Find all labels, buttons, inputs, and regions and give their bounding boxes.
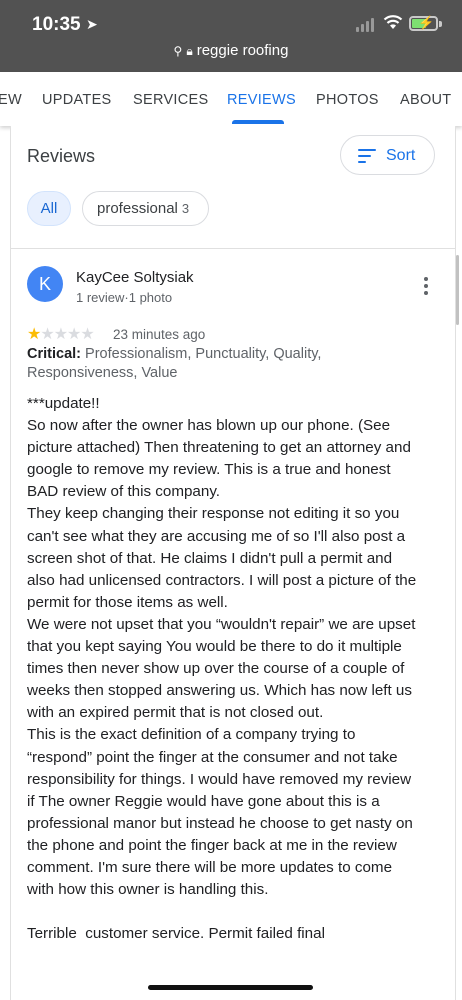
scrollbar[interactable]	[456, 255, 459, 325]
star-icon: ★	[40, 326, 54, 343]
sort-label: Sort	[386, 147, 416, 164]
charging-icon: ⚡	[418, 15, 435, 30]
lock-icon: 🔒︎	[186, 44, 193, 58]
home-indicator	[148, 985, 313, 990]
star-icon: ★	[53, 326, 68, 343]
wifi-icon	[383, 15, 403, 29]
critical-tags: Critical: Professionalism, Punctuality, …	[27, 345, 427, 383]
sort-icon	[358, 149, 376, 163]
tab-photos[interactable]: PHOTOS	[316, 92, 379, 108]
cellular-signal-icon	[356, 18, 374, 32]
status-bar: 10:35 ➤ ⚡ ⚲ 🔒︎ reggie roofing	[0, 0, 462, 72]
review-time: 23 minutes ago	[113, 327, 206, 342]
review-author[interactable]: KayCee Soltysiak	[76, 269, 194, 286]
more-options-icon[interactable]	[421, 277, 431, 295]
tab-about[interactable]: ABOUT	[400, 92, 451, 108]
search-icon: ⚲	[173, 44, 183, 58]
url-text: reggie roofing	[196, 42, 289, 59]
star-icon: ★	[27, 326, 41, 343]
filter-chip-label: professional	[97, 200, 178, 217]
review-text: ***update!! So now after the owner has b…	[27, 395, 417, 943]
tab-overview[interactable]: EW	[0, 92, 22, 108]
clock: 10:35	[32, 14, 81, 35]
critical-label: Critical:	[27, 346, 81, 362]
filter-chip-count: 3	[181, 201, 190, 216]
star-rating: ★★★★★	[27, 324, 95, 344]
tab-services[interactable]: SERVICES	[133, 92, 208, 108]
avatar[interactable]: K	[27, 266, 63, 302]
filter-chip-all[interactable]: All	[27, 191, 71, 226]
reviews-title: Reviews	[27, 146, 96, 166]
divider	[11, 248, 455, 249]
url-bar[interactable]: ⚲ 🔒︎ reggie roofing	[0, 42, 462, 59]
star-icon: ★	[80, 326, 94, 343]
location-arrow-icon: ➤	[86, 16, 98, 32]
filter-chip-professional[interactable]: professional 3	[82, 191, 209, 226]
sort-button[interactable]: Sort	[340, 135, 435, 175]
star-icon: ★	[67, 326, 81, 343]
active-tab-indicator	[232, 120, 284, 124]
tab-updates[interactable]: UPDATES	[42, 92, 112, 108]
review-author-meta: 1 review·1 photo	[76, 290, 173, 305]
tab-bar: EW UPDATES SERVICES REVIEWS PHOTOS ABOUT	[0, 72, 462, 126]
tab-reviews[interactable]: REVIEWS	[227, 92, 296, 108]
